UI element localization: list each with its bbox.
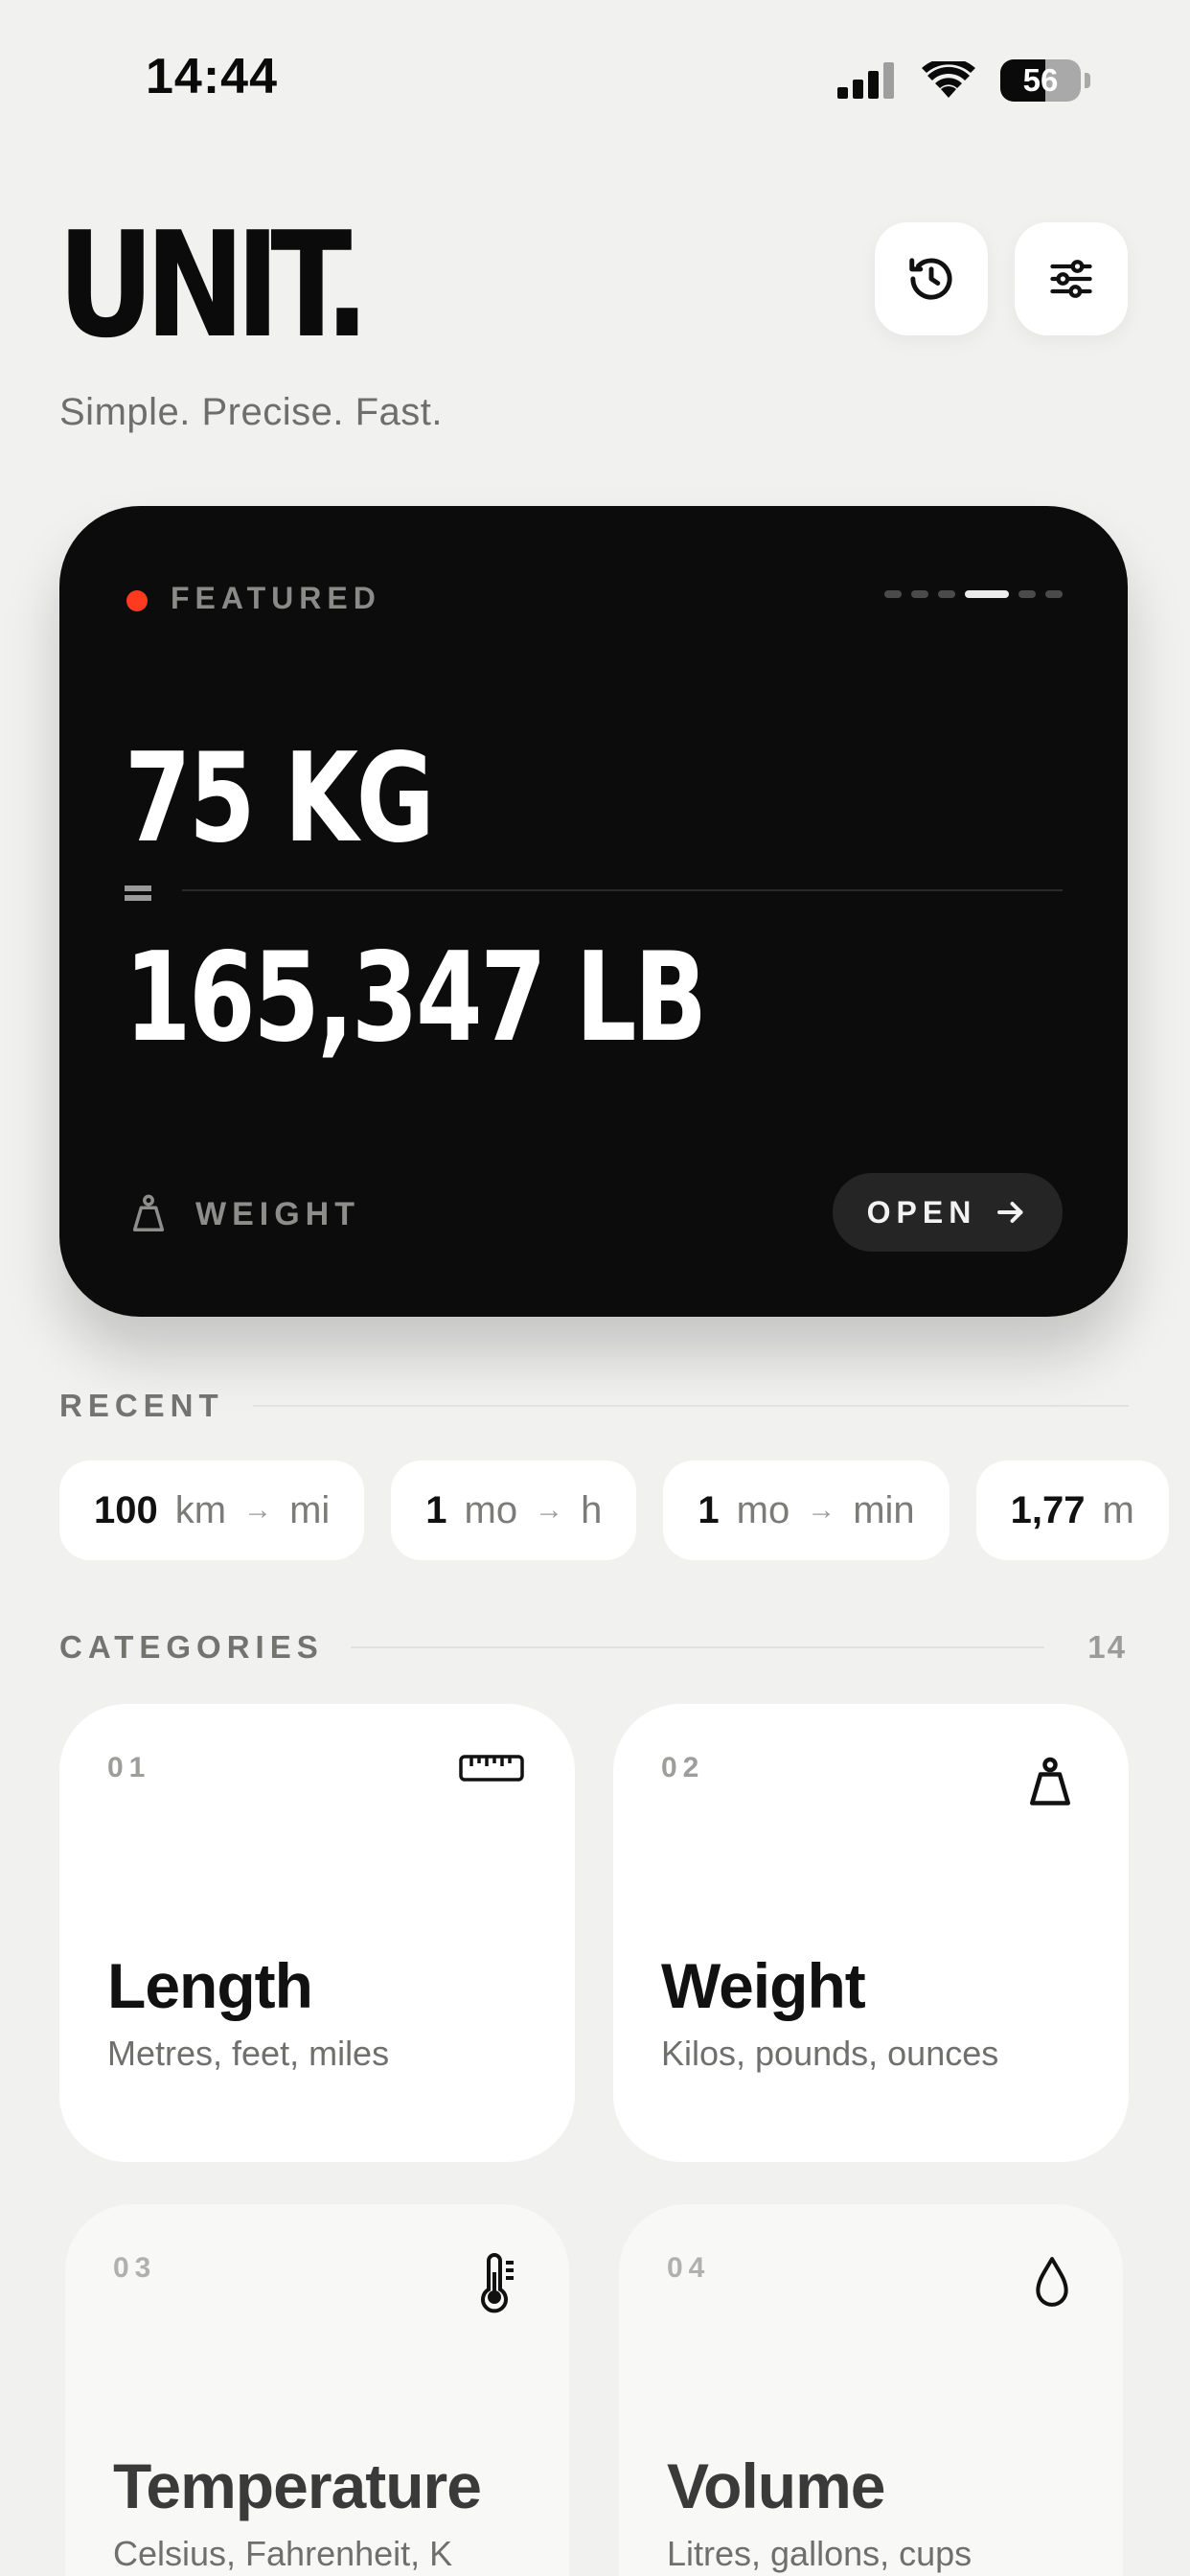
pager-dot[interactable] <box>1018 590 1036 598</box>
featured-card[interactable]: FEATURED 75 KG 165,347 LB WEIGHT OPEN <box>59 506 1128 1317</box>
chip-to-unit: min <box>853 1488 915 1531</box>
recent-list: 100 km → mi 1 mo → h 1 mo → min 1,77 m <box>59 1460 1169 1560</box>
pager-dot[interactable] <box>1045 590 1063 598</box>
battery-level: 56 <box>1022 62 1059 98</box>
recent-divider <box>253 1405 1129 1407</box>
recent-section-title: RECENT <box>59 1388 224 1423</box>
pager-dot[interactable] <box>911 590 928 598</box>
open-button[interactable]: OPEN <box>833 1173 1063 1252</box>
featured-label: FEATURED <box>171 581 381 615</box>
chip-value: 100 <box>94 1488 158 1531</box>
pager-dot[interactable] <box>884 590 902 598</box>
category-number: 01 <box>107 1752 151 1783</box>
category-name: Length <box>107 1950 313 2021</box>
chip-value: 1 <box>698 1488 720 1531</box>
chip-to-unit: h <box>581 1488 603 1531</box>
featured-category-label: WEIGHT <box>195 1196 360 1232</box>
category-description: Celsius, Fahrenheit, K <box>113 2534 453 2573</box>
recent-chip[interactable]: 100 km → mi <box>59 1460 365 1560</box>
cellular-signal-icon <box>837 62 894 99</box>
category-name: Weight <box>661 1950 866 2021</box>
category-name: Temperature <box>113 2450 482 2521</box>
category-description: Metres, feet, miles <box>107 2034 390 2073</box>
categories-count: 14 <box>1087 1629 1127 1665</box>
category-number: 02 <box>661 1752 705 1783</box>
history-button[interactable] <box>875 222 988 335</box>
chip-from-unit: mo <box>464 1488 518 1531</box>
arrow-right-icon <box>997 1202 1023 1223</box>
pager-dot[interactable] <box>938 590 955 598</box>
pager-dot-active[interactable] <box>965 590 1009 598</box>
chip-from-unit: mo <box>736 1488 790 1531</box>
category-number: 04 <box>667 2252 711 2284</box>
wifi-icon <box>922 61 975 98</box>
battery-cap <box>1085 73 1090 88</box>
featured-to-value: 165,347 LB <box>125 927 707 1070</box>
featured-from-value: 75 KG <box>125 727 435 870</box>
recent-chip[interactable]: 1,77 m <box>975 1460 1169 1560</box>
status-bar: 14:44 56 <box>0 0 1190 163</box>
featured-divider <box>182 889 1063 891</box>
droplet-icon <box>1036 2257 1068 2307</box>
chip-value: 1 <box>425 1488 447 1531</box>
recent-chip[interactable]: 1 mo → h <box>391 1460 637 1560</box>
app-logo: UNIT. <box>57 200 370 370</box>
chip-arrow-icon: → <box>535 1494 564 1526</box>
battery-icon: 56 <box>1000 59 1081 102</box>
featured-indicator-dot <box>126 590 148 611</box>
history-icon <box>909 258 952 300</box>
status-icons: 56 <box>837 59 1090 102</box>
settings-button[interactable] <box>1015 222 1128 335</box>
ruler-icon <box>459 1755 524 1782</box>
tagline: Simple. Precise. Fast. <box>59 391 444 433</box>
category-card-length[interactable]: 01 Length Metres, feet, miles <box>59 1704 575 2162</box>
equals-icon <box>125 884 151 903</box>
chip-value: 1,77 <box>1010 1488 1086 1531</box>
chip-arrow-icon: → <box>243 1494 273 1526</box>
chip-arrow-icon: → <box>807 1494 836 1526</box>
thermometer-icon <box>481 2253 514 2313</box>
category-name: Volume <box>667 2450 885 2521</box>
category-description: Litres, gallons, cups <box>667 2534 973 2573</box>
category-description: Kilos, pounds, ounces <box>661 2034 999 2073</box>
category-card-temperature[interactable]: 03 Temperature Celsius, Fahrenheit, K <box>65 2204 569 2576</box>
category-card-volume[interactable]: 04 Volume Litres, gallons, cups <box>619 2204 1123 2576</box>
categories-section-title: CATEGORIES <box>59 1629 324 1665</box>
weight-icon <box>132 1194 165 1231</box>
categories-divider <box>351 1646 1044 1648</box>
open-button-label: OPEN <box>866 1194 977 1230</box>
category-card-weight[interactable]: 02 Weight Kilos, pounds, ounces <box>613 1704 1129 2162</box>
chip-from-unit: km <box>174 1488 227 1531</box>
recent-chip[interactable]: 1 mo → min <box>663 1460 950 1560</box>
chip-from-unit: m <box>1102 1488 1134 1531</box>
status-time: 14:44 <box>146 49 278 104</box>
sliders-icon <box>1050 260 1092 298</box>
chip-to-unit: mi <box>289 1488 331 1531</box>
weight-icon <box>1030 1757 1070 1806</box>
carousel-pager[interactable] <box>884 590 1063 598</box>
category-number: 03 <box>113 2252 157 2284</box>
